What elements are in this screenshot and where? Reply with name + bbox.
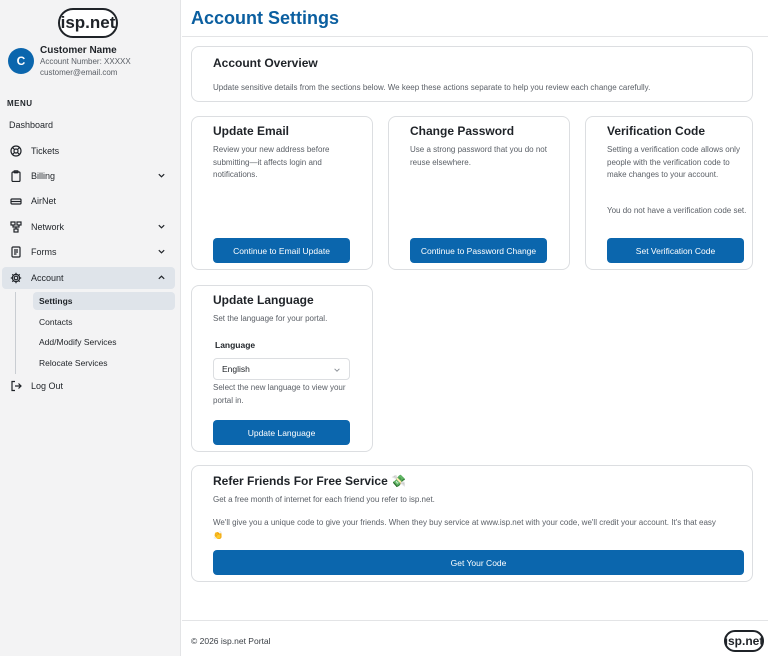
- refer-friends-text-2: We'll give you a unique code to give you…: [213, 518, 716, 540]
- refer-friends-title: Refer Friends For Free Service 💸: [213, 474, 407, 488]
- continue-email-update-button[interactable]: Continue to Email Update: [213, 238, 350, 263]
- language-select[interactable]: English: [213, 358, 350, 380]
- logout-icon: [9, 379, 23, 393]
- avatar: C: [8, 48, 34, 74]
- update-language-button[interactable]: Update Language: [213, 420, 350, 445]
- sidebar-subitem-contacts[interactable]: Contacts: [33, 313, 175, 331]
- sidebar-subitem-add-modify-services[interactable]: Add/Modify Services: [33, 333, 175, 351]
- refer-friends-text-1: Get a free month of internet for each fr…: [213, 495, 435, 504]
- language-field-label: Language: [215, 340, 256, 350]
- verification-code-text: Setting a verification code allows only …: [607, 145, 740, 179]
- verification-code-status: You do not have a verification code set.: [607, 206, 747, 215]
- lifebuoy-icon: [9, 144, 23, 158]
- language-help-text: Select the new language to view your por…: [213, 383, 346, 405]
- chevron-down-icon: [158, 224, 165, 229]
- change-password-text: Use a strong password that you do not re…: [410, 145, 547, 167]
- chevron-down-icon: [334, 368, 340, 372]
- update-email-title: Update Email: [213, 124, 290, 138]
- sidebar-item-airnet[interactable]: AirNet: [2, 190, 175, 212]
- sidebar-item-network[interactable]: Network: [2, 216, 175, 238]
- account-overview-text: Update sensitive details from the sectio…: [213, 83, 651, 92]
- update-language-title: Update Language: [213, 293, 314, 307]
- get-your-code-button[interactable]: Get Your Code: [213, 550, 744, 575]
- menu-heading: MENU: [7, 99, 33, 108]
- set-verification-code-button[interactable]: Set Verification Code: [607, 238, 744, 263]
- sidebar-item-logout[interactable]: Log Out: [2, 375, 175, 397]
- sidebar-item-billing[interactable]: Billing: [2, 165, 175, 187]
- verification-code-title: Verification Code: [607, 124, 706, 138]
- title-divider: [182, 36, 768, 37]
- isp-logo[interactable]: isp.net: [58, 8, 118, 38]
- refer-friends-card: Refer Friends For Free Service 💸 Get a f…: [191, 465, 753, 582]
- sidebar-subitem-settings[interactable]: Settings: [33, 292, 175, 310]
- sidebar-item-label: Network: [31, 222, 65, 232]
- profile-name: Customer Name: [40, 45, 117, 56]
- sidebar-item-label: AirNet: [31, 196, 57, 206]
- sidebar-item-tickets[interactable]: Tickets: [2, 140, 175, 162]
- clipboard-icon: [9, 169, 23, 183]
- profile-email: customer@email.com: [40, 68, 118, 77]
- change-password-title: Change Password: [410, 124, 515, 138]
- update-email-card: Update Email Review your new address bef…: [191, 116, 373, 270]
- chevron-down-icon: [158, 173, 165, 178]
- profile-account-number: Account Number: XXXXX: [40, 57, 131, 66]
- sidebar-subitem-relocate-services[interactable]: Relocate Services: [33, 354, 175, 372]
- footer-divider: [182, 620, 768, 621]
- account-overview-title: Account Overview: [213, 56, 318, 70]
- profile-block: C Customer Name Account Number: XXXXX cu…: [8, 44, 178, 84]
- verification-code-card: Verification Code Setting a verification…: [585, 116, 753, 270]
- chevron-up-icon: [158, 275, 165, 280]
- sidebar: isp.net C Customer Name Account Number: …: [0, 0, 181, 656]
- chevron-down-icon: [158, 249, 165, 254]
- sidebar-item-label: Log Out: [31, 381, 64, 391]
- update-email-text: Review your new address before submittin…: [213, 145, 330, 179]
- change-password-card: Change Password Use a strong password th…: [388, 116, 570, 270]
- sidebar-item-account[interactable]: Account: [2, 267, 175, 289]
- submenu-rail: [15, 292, 16, 374]
- footer-logo[interactable]: isp.net: [724, 630, 764, 652]
- sidebar-item-label: Tickets: [31, 146, 60, 156]
- sidebar-item-label: Billing: [31, 171, 56, 181]
- sidebar-item-dashboard[interactable]: Dashboard: [2, 114, 175, 136]
- sidebar-item-label: Account: [31, 273, 64, 283]
- footer-copyright: © 2026 isp.net Portal: [191, 636, 271, 646]
- update-language-card: Update Language Set the language for you…: [191, 285, 373, 452]
- update-language-text: Set the language for your portal.: [213, 314, 328, 323]
- network-icon: [9, 220, 23, 234]
- form-icon: [9, 245, 23, 259]
- continue-password-change-button[interactable]: Continue to Password Change: [410, 238, 547, 263]
- account-overview-card: Account Overview Update sensitive detail…: [191, 46, 753, 102]
- gear-icon: [9, 271, 23, 285]
- page-title: Account Settings: [191, 8, 340, 28]
- sidebar-item-label: Forms: [31, 247, 57, 257]
- language-select-value: English: [222, 364, 250, 374]
- sidebar-item-label: Dashboard: [9, 120, 54, 130]
- sidebar-item-forms[interactable]: Forms: [2, 241, 175, 263]
- router-icon: [9, 194, 23, 208]
